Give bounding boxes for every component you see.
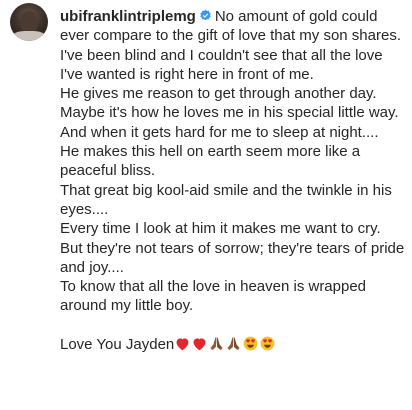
folded-hands-icon <box>210 337 224 350</box>
instagram-post-caption: ubifranklintriplemg No amount of gold cou… <box>0 0 412 410</box>
avatar-shirt <box>12 31 46 41</box>
caption-line-6: That great big kool-aid smile and the tw… <box>60 181 392 218</box>
caption-line-5: He makes this hell on earth seem more li… <box>60 143 361 180</box>
caption-line-9: To know that all the love in heaven is w… <box>60 278 367 315</box>
caption-line-2: He gives me reason to get through anothe… <box>60 85 377 103</box>
caption-text: ubifranklintriplemg No amount of gold cou… <box>60 7 405 356</box>
folded-hands-icon <box>227 337 241 350</box>
caption-line-1: I've been blind and I couldn't see that … <box>60 46 383 83</box>
heart-eyes-face-icon <box>260 336 275 351</box>
username-link[interactable]: ubifranklintriplemg <box>60 8 196 25</box>
signoff-line: Love You Jayden <box>60 335 405 356</box>
red-heart-icon <box>176 338 189 350</box>
caption-line-3: Maybe it's how he loves me in his specia… <box>60 104 399 122</box>
emoji-row <box>175 336 277 356</box>
caption-line-7: Every time I look at him it makes me wan… <box>60 220 381 238</box>
red-heart-icon <box>193 338 206 350</box>
caption-line-8: But they're not tears of sorrow; they're… <box>60 239 405 276</box>
verified-badge-icon <box>200 9 211 21</box>
caption-line: ubifranklintriplemg No amount of gold cou… <box>60 7 405 46</box>
heart-eyes-face-icon <box>243 336 258 351</box>
signoff-text: Love You Jayden <box>60 335 175 353</box>
avatar[interactable] <box>10 3 48 41</box>
avatar-face <box>20 11 38 33</box>
caption-line-4: And when it gets hard for me to sleep at… <box>60 123 379 141</box>
